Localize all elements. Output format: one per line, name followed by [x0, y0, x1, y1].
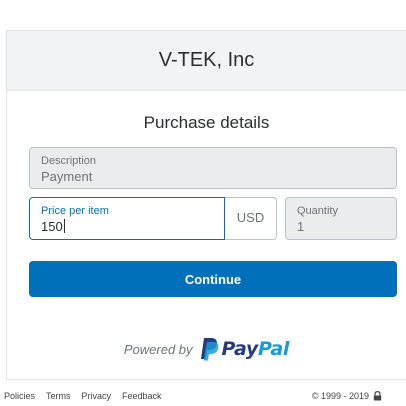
text-caret — [63, 219, 65, 233]
copyright-text: © 1999 - 2019 — [311, 391, 369, 401]
description-field: Description Payment — [29, 147, 397, 189]
payment-card: V-TEK, Inc Purchase details Description … — [6, 30, 406, 380]
footer-link-feedback[interactable]: Feedback — [122, 391, 162, 401]
price-label: Price per item — [41, 205, 109, 217]
footer-link-privacy[interactable]: Privacy — [82, 391, 112, 401]
currency-selector[interactable]: USD — [225, 197, 277, 240]
price-value: 150 — [41, 219, 63, 234]
page-footer: Policies Terms Privacy Feedback © 1999 -… — [0, 389, 406, 405]
paypal-logo-icon — [200, 338, 218, 361]
description-label: Description — [41, 155, 97, 167]
paypal-pal-text: Pal — [257, 338, 290, 360]
purchase-details-title: Purchase details — [143, 113, 270, 132]
lock-icon — [373, 391, 382, 401]
paypal-wordmark: PayPal — [222, 338, 290, 360]
footer-link-policies[interactable]: Policies — [4, 391, 35, 401]
powered-by-paypal: Powered by PayPal — [7, 337, 406, 361]
continue-label: Continue — [184, 271, 242, 287]
quantity-value: 1 — [297, 219, 305, 234]
price-per-item-input[interactable]: Price per item 150 — [29, 197, 225, 240]
quantity-label: Quantity — [297, 205, 338, 217]
paypal-pay-text: Pay — [221, 338, 259, 360]
continue-button[interactable]: Continue — [29, 261, 397, 297]
currency-value: USD — [236, 210, 265, 225]
powered-by-text: Powered by — [123, 341, 193, 357]
copyright: © 1999 - 2019 — [312, 391, 382, 401]
merchant-header: V-TEK, Inc — [7, 31, 406, 91]
paypal-logo: PayPal — [199, 337, 290, 361]
footer-links: Policies Terms Privacy Feedback — [4, 391, 162, 401]
merchant-name: V-TEK, Inc — [158, 49, 255, 71]
footer-link-terms[interactable]: Terms — [46, 391, 71, 401]
description-value: Payment — [41, 169, 93, 184]
price-value-wrap: 150 — [41, 219, 65, 234]
quantity-field[interactable]: Quantity 1 — [285, 197, 397, 240]
